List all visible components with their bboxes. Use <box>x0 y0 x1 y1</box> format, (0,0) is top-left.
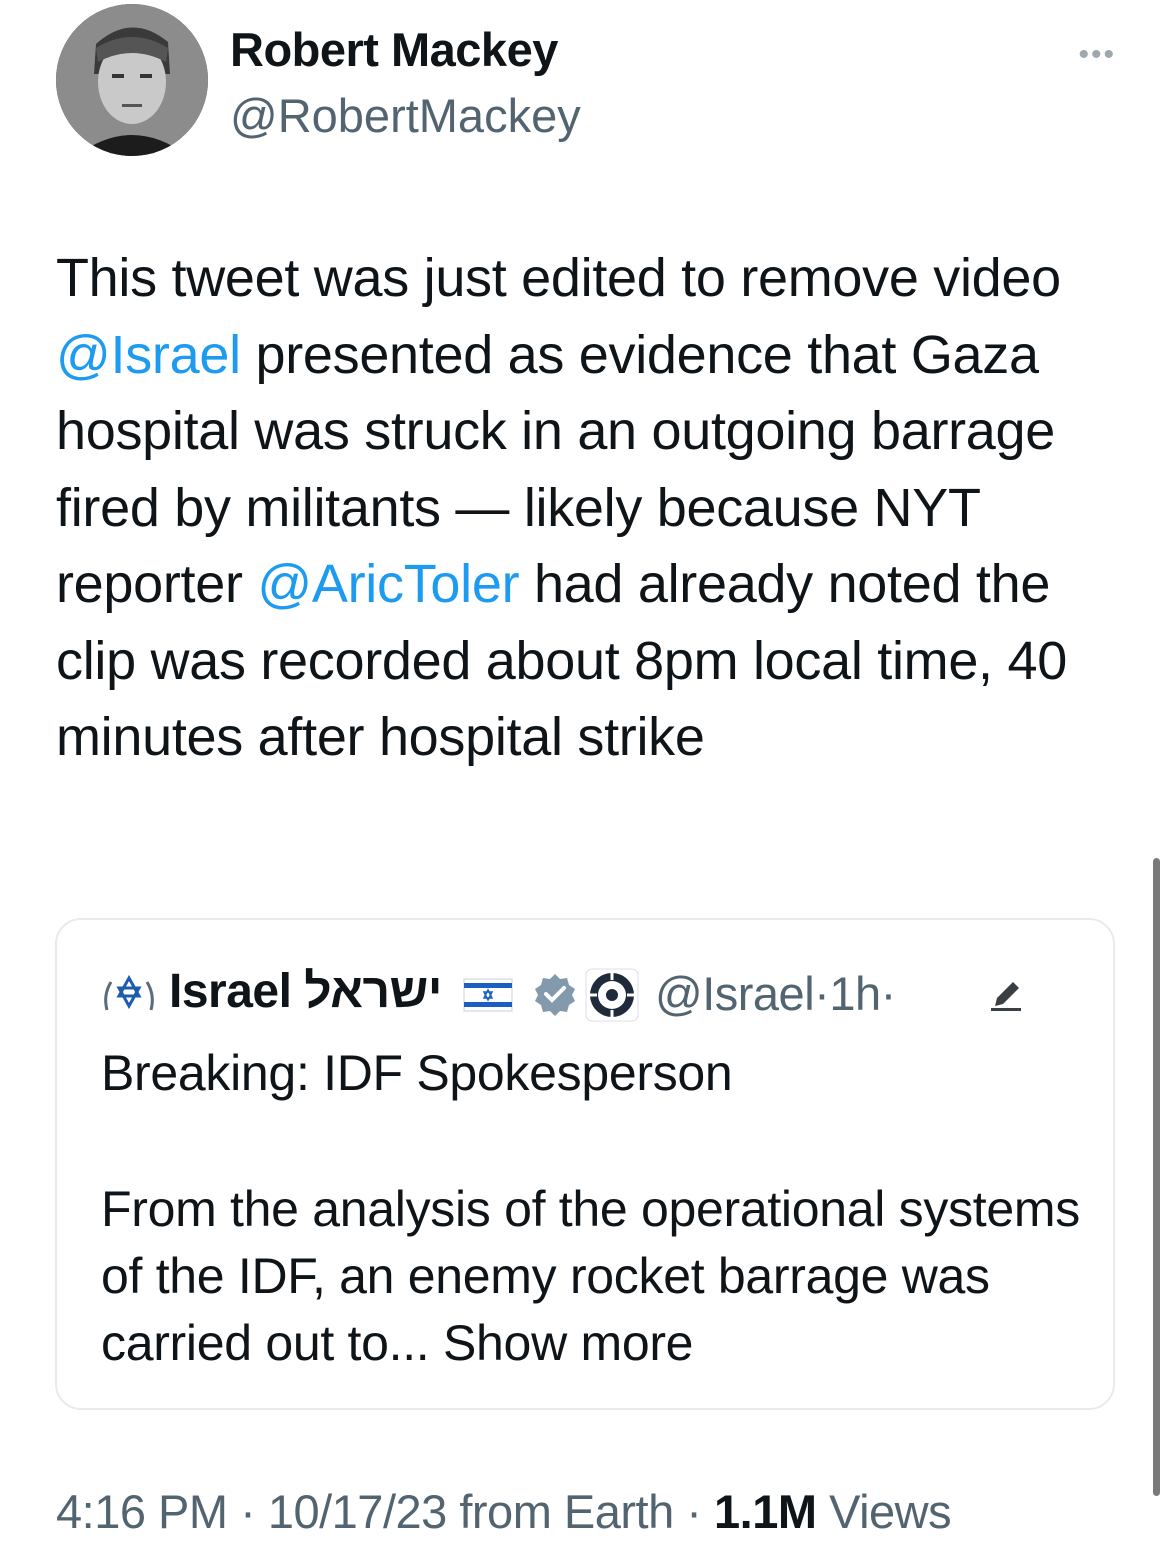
tweet-author-row: Robert Mackey @RobertMackey ••• <box>56 4 1116 158</box>
tweet-source: from Earth <box>446 1485 674 1538</box>
quoted-author-name[interactable]: Israel ישראל <box>169 964 442 1019</box>
separator-dot: · <box>673 1485 715 1538</box>
quoted-tweet-card[interactable]: Israel ישראל @Israel·1h· Breaking: IDF S… <box>55 918 1115 1410</box>
star-of-david-icon <box>104 974 154 1011</box>
author-handle[interactable]: @RobertMackey <box>230 88 581 143</box>
verified-badge-icon <box>535 974 575 1016</box>
scrollbar[interactable] <box>1153 858 1160 1496</box>
separator-dot: · <box>227 1485 268 1538</box>
tweet-text: This tweet was just edited to remove vid… <box>56 240 1116 776</box>
tweet-meta: 4:16 PM · 10/17/23 from Earth · 1.1M Vie… <box>56 1484 952 1539</box>
views-count[interactable]: 1.1M <box>714 1485 817 1538</box>
more-horizontal-icon[interactable]: ••• <box>1078 38 1116 72</box>
quoted-tweet-body: From the analysis of the operational sys… <box>101 1176 1081 1377</box>
author-name[interactable]: Robert Mackey <box>230 22 558 77</box>
mention-arictoler[interactable]: @AricToler <box>257 554 519 614</box>
mention-israel[interactable]: @Israel <box>56 325 241 385</box>
views-label: Views <box>816 1485 952 1538</box>
israel-flag-icon <box>463 978 513 1012</box>
tweet-date[interactable]: 10/17/23 <box>268 1485 447 1538</box>
quoted-tweet-headline: Breaking: IDF Spokesperson <box>101 1045 733 1101</box>
separator-dot: · <box>814 967 830 1020</box>
quoted-timestamp[interactable]: 1h <box>829 967 881 1020</box>
government-seal-icon <box>585 968 639 1022</box>
avatar[interactable] <box>56 4 208 156</box>
tweet-text-segment: This tweet was just edited to remove vid… <box>56 248 1061 308</box>
tweet-time[interactable]: 4:16 PM <box>56 1485 228 1538</box>
quoted-tweet-header: Israel ישראל @Israel·1h· <box>101 964 1101 1024</box>
quoted-handle-and-time: @Israel·1h· <box>655 966 896 1021</box>
separator-dot: · <box>880 967 897 1020</box>
edited-pencil-icon[interactable] <box>989 978 1023 1012</box>
show-more-link[interactable]: Show more <box>443 1315 693 1371</box>
quoted-author-handle[interactable]: @Israel <box>655 967 815 1020</box>
